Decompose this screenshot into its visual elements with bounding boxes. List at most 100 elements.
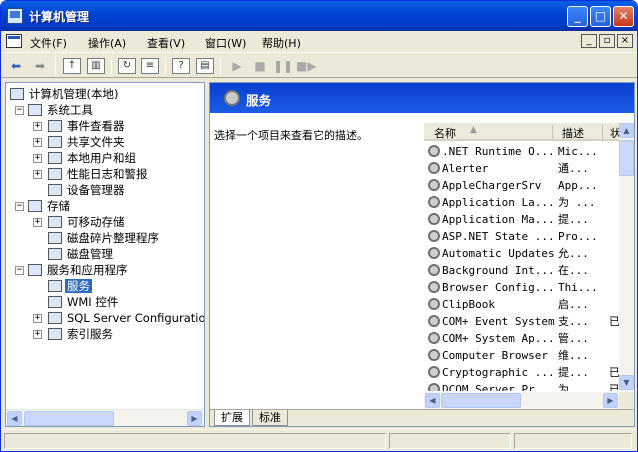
service-row[interactable]: Automatic Updates 允... (424, 245, 619, 262)
service-desc: 通... (558, 162, 589, 175)
list-vertical-scrollbar[interactable]: ▲ ▼ (619, 123, 634, 391)
document-icon[interactable] (6, 34, 22, 48)
menu-help[interactable]: 帮助(H) (262, 35, 301, 51)
menu-window[interactable]: 窗口(W) (205, 35, 246, 51)
services-list[interactable]: 名称 ▲ 描述 状 .NET Runtime O... Mic... Alerter… (424, 123, 634, 391)
expand-perf-logs[interactable]: + (33, 170, 42, 179)
child-minimize-button[interactable]: _ (581, 34, 597, 48)
forward-arrow-icon[interactable]: ➡ (30, 57, 50, 75)
service-row[interactable]: COM+ System Ap... 管... (424, 330, 619, 347)
expand-event-viewer[interactable]: + (33, 122, 42, 131)
child-close-button[interactable]: × (617, 34, 633, 48)
expand-sql-server[interactable]: + (33, 314, 42, 323)
scroll-right-arrow-icon[interactable]: ▶ (187, 411, 202, 426)
tree-item-wmi-control[interactable]: WMI 控件 (48, 294, 120, 310)
restart-service-icon[interactable]: ■▶ (296, 57, 317, 75)
users-icon (48, 152, 62, 164)
service-row[interactable]: Background Int... 在... (424, 262, 619, 279)
service-row[interactable]: Browser Config... Thi... (424, 279, 619, 296)
tree-item-performance-logs[interactable]: 性能日志和警报 (48, 166, 150, 182)
menu-bar: 文件(F) 操作(A) 查看(V) 窗口(W) 帮助(H) _ ▫ × (1, 31, 637, 53)
scroll-left-arrow-icon[interactable]: ◀ (7, 411, 22, 426)
vertical-scroll-thumb[interactable] (619, 140, 634, 176)
service-row[interactable]: Alerter 通... (424, 160, 619, 177)
refresh-icon[interactable]: ↻ (118, 58, 136, 74)
tab-extended[interactable]: 扩展 (214, 410, 250, 426)
expand-indexing-service[interactable]: + (33, 330, 42, 339)
gear-icon (428, 298, 440, 310)
scroll-thumb[interactable] (24, 411, 114, 426)
menu-action[interactable]: 操作(A) (88, 35, 126, 51)
gear-icon (428, 213, 440, 225)
list-scroll-right-icon[interactable]: ▶ (603, 393, 618, 408)
close-button[interactable]: ✕ (613, 6, 634, 27)
tree-item-services-applications[interactable]: 服务和应用程序 (28, 262, 130, 278)
export-list-icon[interactable]: ≡ (141, 58, 159, 74)
minimize-button[interactable]: _ (567, 6, 588, 27)
scroll-up-arrow-icon[interactable]: ▲ (619, 123, 634, 138)
service-desc: 启... (558, 298, 589, 311)
child-restore-button[interactable]: ▫ (599, 34, 615, 48)
tree-item-system-tools[interactable]: 系统工具 (28, 102, 95, 118)
list-horizontal-scrollbar[interactable]: ◀ ▶ (424, 392, 619, 409)
expand-shared-folders[interactable]: + (33, 138, 42, 147)
service-row[interactable]: .NET Runtime O... Mic... (424, 143, 619, 160)
service-row[interactable]: ASP.NET State ... Pro... (424, 228, 619, 245)
expand-local-users[interactable]: + (33, 154, 42, 163)
column-name[interactable]: 名称 (434, 125, 456, 141)
maximize-button[interactable]: □ (590, 6, 611, 27)
help-icon[interactable]: ? (172, 58, 190, 74)
column-description[interactable]: 描述 (562, 125, 584, 141)
console-tree-pane[interactable]: 计算机管理(本地) − 系统工具 + 事件查看器 + 共享文件夹 + 本地用户和… (5, 82, 205, 427)
collapse-system-tools[interactable]: − (15, 106, 24, 115)
service-name: Computer Browser (442, 349, 548, 362)
tree-item-local-users-groups[interactable]: 本地用户和组 (48, 150, 138, 166)
tree-item-device-manager[interactable]: 设备管理器 (48, 182, 127, 198)
tree-item-event-viewer[interactable]: 事件查看器 (48, 118, 127, 134)
computer-icon (10, 88, 24, 100)
tree-item-sql-server-config[interactable]: SQL Server Configuratio (48, 310, 204, 326)
disk-icon (48, 248, 62, 260)
title-bar[interactable]: 计算机管理 _ □ ✕ (1, 1, 637, 31)
menu-file[interactable]: 文件(F) (30, 35, 67, 51)
service-row[interactable]: COM+ Event System 支... 已 (424, 313, 620, 330)
back-arrow-icon[interactable]: ⬅ (6, 57, 26, 75)
service-row[interactable]: DCOM Server Pr... 为 ... 已 (424, 381, 620, 391)
window-title: 计算机管理 (29, 10, 90, 24)
defrag-icon (48, 232, 62, 244)
service-row[interactable]: Application Ma... 提... (424, 211, 619, 228)
computer-management-icon (7, 8, 23, 24)
tree-item-removable-storage[interactable]: 可移动存储 (48, 214, 127, 230)
tree-root[interactable]: 计算机管理(本地) (10, 86, 120, 102)
list-scroll-thumb[interactable] (441, 393, 521, 408)
service-row[interactable]: Application La... 为 ... (424, 194, 619, 211)
service-row[interactable]: Computer Browser 维... (424, 347, 619, 364)
tree-item-indexing-service[interactable]: 索引服务 (48, 326, 115, 342)
service-row[interactable]: Cryptographic ... 提... 已 (424, 364, 620, 381)
tab-standard[interactable]: 标准 (252, 410, 288, 426)
tree-horizontal-scrollbar[interactable]: ◀ ▶ (6, 409, 204, 426)
service-row[interactable]: ClipBook 启... (424, 296, 619, 313)
tree-item-disk-management[interactable]: 磁盘管理 (48, 246, 115, 262)
collapse-storage[interactable]: − (15, 202, 24, 211)
show-hide-tree-icon[interactable]: ▥ (87, 58, 105, 74)
list-scroll-left-icon[interactable]: ◀ (425, 393, 440, 408)
service-desc: 为 ... (558, 383, 596, 391)
tree-item-services[interactable]: 服务 (48, 278, 92, 294)
tree-item-storage[interactable]: 存储 (28, 198, 72, 214)
tree-item-disk-defragmenter[interactable]: 磁盘碎片整理程序 (48, 230, 161, 246)
service-row[interactable]: AppleChargerSrv App... (424, 177, 619, 194)
details-header: 服务 (210, 83, 634, 113)
stop-service-icon[interactable]: ■ (250, 57, 270, 75)
scroll-down-arrow-icon[interactable]: ▼ (619, 375, 634, 390)
properties-icon[interactable]: ▤ (196, 58, 214, 74)
gear-icon (428, 332, 440, 344)
details-title: 服务 (246, 93, 272, 108)
expand-removable-storage[interactable]: + (33, 218, 42, 227)
collapse-services-apps[interactable]: − (15, 266, 24, 275)
up-folder-icon[interactable]: ↑ (63, 58, 81, 74)
pause-service-icon[interactable]: ❚❚ (273, 57, 293, 75)
menu-view[interactable]: 查看(V) (147, 35, 185, 51)
tree-item-shared-folders[interactable]: 共享文件夹 (48, 134, 127, 150)
start-service-icon[interactable]: ▶ (227, 57, 247, 75)
